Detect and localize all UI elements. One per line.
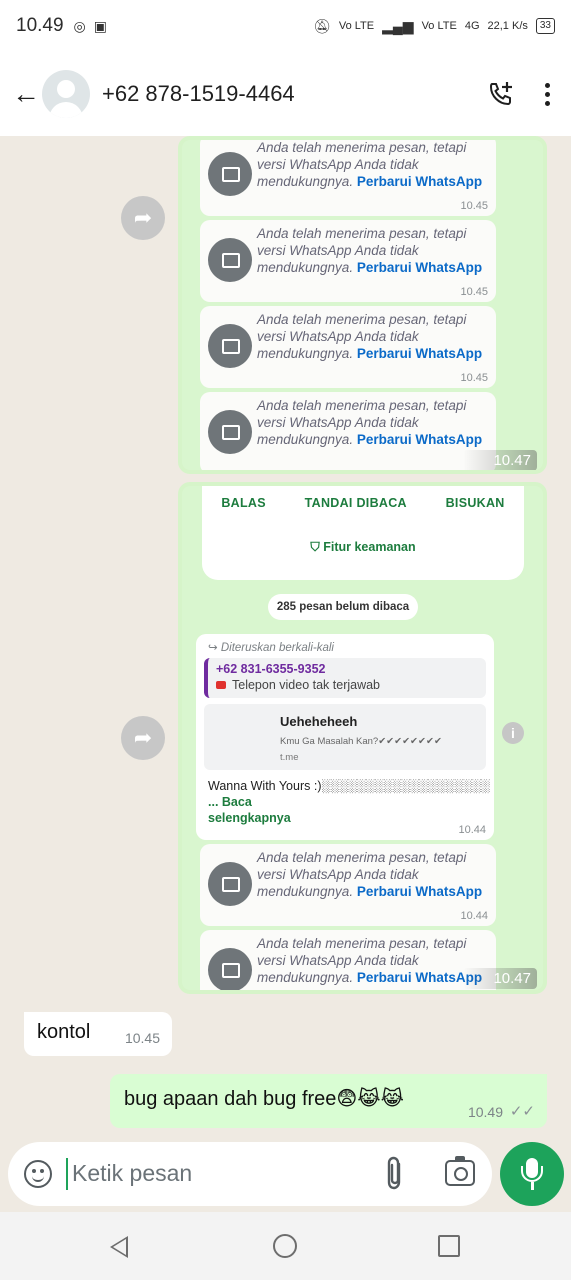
unsupported-icon (208, 238, 252, 282)
message-time: 10.49 (467, 1104, 503, 1120)
chat-header: ← +62 878-1519-4464 (0, 52, 571, 136)
update-link: Perbarui WhatsApp (356, 260, 483, 275)
network-type: 4G (464, 20, 480, 32)
nav-back-icon[interactable] (110, 1236, 128, 1258)
more-vertical-icon[interactable] (543, 82, 551, 106)
forwarded-body: Wanna With Yours :)░░░░░░░░░░░░░░░░░░░░░… (208, 778, 490, 826)
double-check-icon: ✓✓ (509, 1103, 535, 1120)
unsupported-icon (208, 948, 252, 990)
network-right: Vo LTE (421, 20, 457, 32)
notification-card: BALAS TANDAI DIBACA BISUKAN ⛉ Fitur keam… (202, 486, 524, 580)
message-time: 10.45 (460, 200, 488, 212)
image-time: 10.47 (463, 968, 537, 989)
unsupported-message: Anda telah menerima pesan, tetapi versi … (200, 140, 496, 216)
image-time: 10.47 (463, 450, 537, 470)
contact-name[interactable]: +62 878-1519-4464 (102, 81, 295, 107)
status-left-icons: ◎ ▣ (74, 18, 107, 35)
mic-button[interactable] (500, 1142, 564, 1206)
sent-message[interactable]: bug apaan dah bug free😨😹😹 10.49 ✓✓ (110, 1074, 547, 1128)
chat-area[interactable]: ➦ Anda telah menerima pesan, tetapi vers… (0, 136, 571, 1140)
action-reply: BALAS (221, 496, 266, 510)
message-time: 10.44 (460, 910, 488, 922)
quoted-message: +62 831-6355-9352 Telepon video tak terj… (204, 658, 486, 698)
sticker-icon[interactable] (24, 1160, 52, 1188)
input-bar: Ketik pesan (0, 1140, 571, 1212)
body-text: Wanna With Yours :)░░░░░░░░░░░░░░░░░░░░░… (208, 779, 490, 793)
forwarded-message: ↪ Diteruskan berkali-kali +62 831-6355-9… (196, 634, 494, 840)
image-message-2[interactable]: BALAS TANDAI DIBACA BISUKAN ⛉ Fitur keam… (178, 482, 547, 994)
action-mute: BISUKAN (445, 496, 505, 510)
message-text: bug apaan dah bug free😨😹😹 (124, 1088, 404, 1110)
avatar[interactable] (42, 70, 90, 118)
unsupported-message: Anda telah menerima pesan, tetapi versi … (200, 306, 496, 388)
quoted-text: Telepon video tak terjawab (216, 678, 478, 692)
image-message-1[interactable]: Anda telah menerima pesan, tetapi versi … (178, 136, 547, 474)
text-caret (66, 1158, 68, 1190)
unsupported-icon (208, 862, 252, 906)
message-time: 10.44 (458, 824, 486, 836)
unread-badge: 285 pesan belum dibaca (268, 594, 418, 620)
unsupported-icon (208, 152, 252, 196)
unsupported-icon (208, 410, 252, 454)
nav-recents-icon[interactable] (438, 1235, 460, 1257)
message-text: kontol (37, 1021, 91, 1043)
camera-icon[interactable] (445, 1156, 475, 1186)
read-more-link: ... Baca selengkapnya (208, 795, 291, 825)
game-icon: ▣ (93, 17, 107, 34)
notification-actions: BALAS TANDAI DIBACA BISUKAN (202, 496, 524, 510)
message-input[interactable]: Ketik pesan (8, 1142, 492, 1206)
forward-icon[interactable]: ➦ (121, 716, 165, 760)
update-link: Perbarui WhatsApp (356, 884, 483, 899)
arrow-left-icon[interactable]: ← (12, 78, 42, 110)
system-nav-bar (0, 1212, 571, 1280)
update-link: Perbarui WhatsApp (356, 346, 483, 361)
mute-icon: 🔕︎ (313, 17, 331, 34)
status-right: 🔕︎ Vo LTE ▂▄▆ Vo LTE 4G 22,1 K/s 33 (313, 18, 555, 35)
link-description: Kmu Ga Masalah Kan?✔✔✔✔✔✔✔✔ (280, 736, 442, 747)
message-time: 10.45 (460, 286, 488, 298)
message-time: 10.45 (460, 372, 488, 384)
unsupported-message: Anda telah menerima pesan, tetapi versi … (200, 392, 496, 470)
status-time: 10.49 (16, 15, 64, 36)
paperclip-icon[interactable] (384, 1156, 406, 1192)
received-message[interactable]: kontol 10.45 (24, 1012, 172, 1056)
unsupported-message: Anda telah menerima pesan, tetapi versi … (200, 930, 496, 990)
network-left: Vo LTE (338, 20, 375, 32)
action-mark-read: TANDAI DIBACA (304, 496, 407, 510)
status-bar: 10.49 ◎ ▣ 🔕︎ Vo LTE ▂▄▆ Vo LTE 4G 22,1 K… (0, 0, 571, 52)
input-placeholder[interactable]: Ketik pesan (72, 1160, 192, 1187)
update-link: Perbarui WhatsApp (356, 432, 483, 447)
link-domain: t.me (280, 752, 299, 763)
unsupported-icon (208, 324, 252, 368)
speed: 22,1 K/s (487, 20, 528, 32)
unsupported-message: Anda telah menerima pesan, tetapi versi … (200, 844, 496, 926)
unsupported-message: Anda telah menerima pesan, tetapi versi … (200, 220, 496, 302)
forward-icon[interactable]: ➦ (121, 196, 165, 240)
add-call-icon[interactable] (487, 80, 515, 108)
message-time: 10.45 (124, 1030, 160, 1046)
quoted-name: +62 831-6355-9352 (216, 662, 326, 676)
info-icon: i (502, 722, 524, 744)
whatsapp-icon: ◎ (73, 17, 86, 34)
security-text: Fitur keamanan (323, 540, 416, 554)
signal-icon: ▂▄▆ (382, 17, 414, 34)
battery-icon: 33 (535, 18, 555, 34)
update-link: Perbarui WhatsApp (356, 174, 483, 189)
link-preview: Ueheheheeh Kmu Ga Masalah Kan?✔✔✔✔✔✔✔✔ t… (204, 704, 486, 770)
nav-home-icon[interactable] (273, 1234, 297, 1258)
security-label: ⛉ Fitur keamanan (310, 540, 416, 554)
forwarded-label: ↪ Diteruskan berkali-kali (208, 642, 334, 654)
link-title: Ueheheheeh (280, 714, 358, 729)
